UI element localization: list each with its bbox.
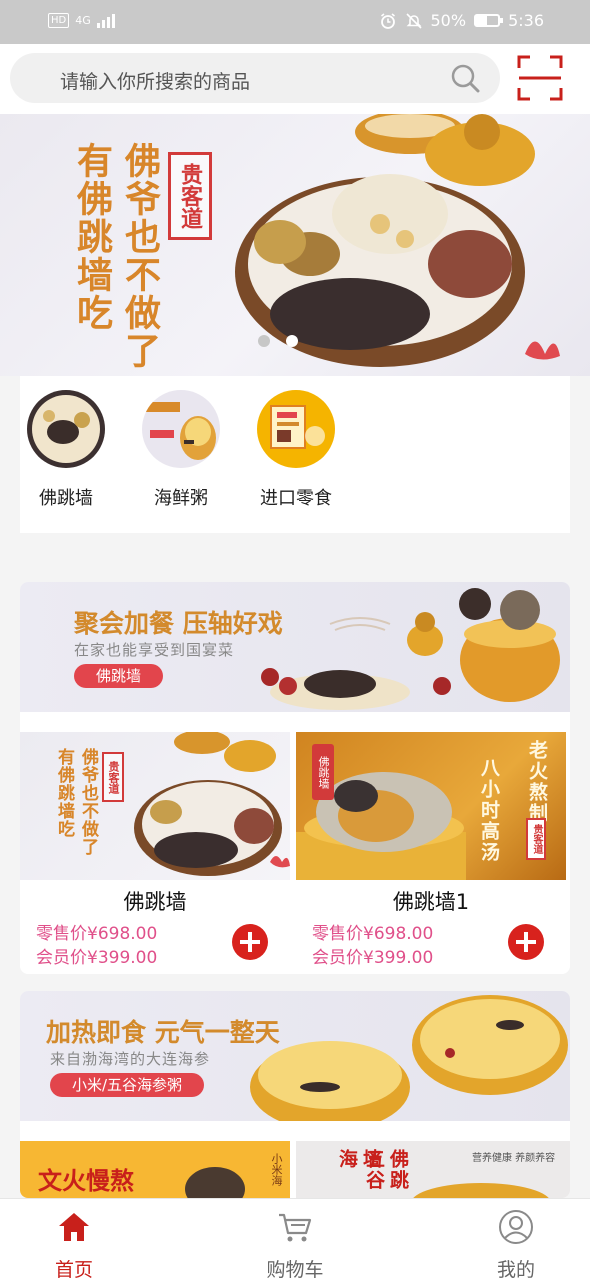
section-banner[interactable]: 加热即食 元气一整天 来自渤海湾的大连海参 小米/五谷海参粥 [20,991,570,1121]
product-image-text: 五谷海 [336,1149,385,1191]
banner-pagination [258,335,298,347]
scan-icon[interactable] [516,54,564,102]
category-label: 海鲜粥 [154,488,208,509]
banner-line1: 佛爷也不做了 [119,142,161,370]
add-to-cart-button[interactable] [232,924,268,960]
promo-banner[interactable]: 佛爷也不做了 有佛跳墙吃 贵客道 [0,114,590,376]
add-to-cart-button[interactable] [508,924,544,960]
search-bar: 请输入你所搜索的商品 [0,44,590,114]
clock: 5:36 [508,11,544,30]
search-icon[interactable] [450,63,480,93]
product-image[interactable]: 佛跳墙 老火熬制 八小时高汤 贵客道 [296,732,566,880]
banner-stamp: 贵客道 [168,152,212,240]
product-image-text: 老火熬制 [526,740,548,824]
tab-cart[interactable]: 购物车 [235,1209,355,1278]
product-image[interactable]: 佛爷也不做了 有佛跳墙吃 贵客道 [20,732,290,880]
product-image-stamp: 贵客道 [526,818,546,860]
cart-icon [279,1213,312,1242]
category-label: 进口零食 [260,488,332,509]
status-left: HD 4G [48,12,115,28]
pagination-dot-active[interactable] [286,335,298,347]
section-banner-tag: 小米/五谷海参粥 [50,1073,205,1097]
home-icon [59,1213,89,1241]
product-image-stamp: 贵客道 [102,752,124,802]
tab-label: 首页 [54,1259,93,1278]
status-bar: HD 4G 50% 5:36 [0,0,590,44]
product-name: 佛跳墙 [123,890,187,914]
category-item-fotiaoqiang[interactable]: 佛跳墙 [21,390,111,510]
category-item-imported-snacks[interactable]: 进口零食 [251,390,341,510]
seafood-porridge-icon [142,390,220,468]
search-input[interactable]: 请输入你所搜索的商品 [10,53,500,103]
product-image-text: 佛爷也不做了 [78,748,98,856]
product-image-text: 八小时高汤 [478,758,500,863]
signal-icon [96,12,115,28]
product-card[interactable]: 佛爷也不做了 有佛跳墙吃 贵客道 佛跳墙 零售价¥698.00 会员价¥399.… [20,732,290,970]
net-type: 4G [75,13,91,27]
alarm-icon [380,12,395,29]
search-placeholder: 请输入你所搜索的商品 [60,71,251,93]
section-banner[interactable]: 聚会加餐 压轴好戏 在家也能享受到国宴菜 佛跳墙 [20,582,570,712]
battery-fill [476,16,488,25]
section-banner-subtitle: 来自渤海湾的大连海参 [50,1050,211,1068]
product-card[interactable]: 佛跳墙 老火熬制 八小时高汤 贵客道 佛跳墙1 零售价¥698.00 会员价¥3… [296,732,566,970]
product-image-text: 文火慢熬 [38,1166,134,1195]
category-list: 佛跳墙 海鲜粥 进口零食 [20,376,570,533]
section-banner-subtitle: 在家也能享受到国宴菜 [74,641,235,659]
tab-label: 我的 [496,1259,535,1278]
profile-icon [499,1210,533,1244]
product-image[interactable]: 营养健康 养颜养容 佛跳墙 五谷海 [296,1141,570,1198]
section-banner-image [261,588,560,710]
buddha-jumps-wall-icon [27,390,105,468]
tab-profile[interactable]: 我的 [456,1209,576,1278]
product-image-text: 有佛跳墙吃 [54,748,74,838]
status-right: 50% 5:36 [379,11,544,30]
product-image-text: 小米海 [270,1153,283,1186]
section-banner-image [250,995,568,1121]
product-section-2: 加热即食 元气一整天 来自渤海湾的大连海参 小米/五谷海参粥 文火慢熬 小米海 … [20,991,570,1198]
product-image[interactable]: 文火慢熬 小米海 [20,1141,290,1198]
battery-icon [474,14,504,27]
tab-label: 购物车 [266,1259,324,1278]
pagination-dot[interactable] [258,335,270,347]
battery-percent: 50% [430,11,467,30]
section-banner-tag: 佛跳墙 [74,664,164,688]
mute-icon [405,12,422,29]
category-item-seafood-porridge[interactable]: 海鲜粥 [136,390,226,510]
product-name: 佛跳墙1 [392,890,470,914]
bottom-tab-bar: 首页 购物车 我的 [0,1198,590,1278]
banner-line2: 有佛跳墙吃 [71,142,113,332]
category-label: 佛跳墙 [39,488,93,509]
product-image-tag: 佛跳墙 [312,744,334,800]
product-image-note: 营养健康 养颜养容 [472,1153,556,1164]
tab-home[interactable]: 首页 [14,1209,134,1278]
product-section-1: 聚会加餐 压轴好戏 在家也能享受到国宴菜 佛跳墙 佛爷也不做了 有佛跳墙吃 贵客… [20,582,570,974]
imported-snacks-icon [257,390,335,468]
hd-badge: HD [48,12,70,28]
